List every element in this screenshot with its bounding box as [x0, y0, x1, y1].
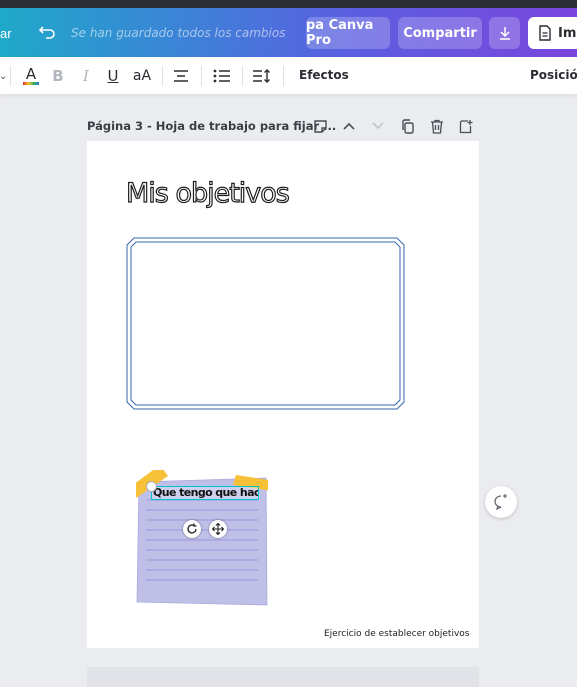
next-page[interactable] [87, 667, 479, 687]
letter-case-button[interactable]: aA [131, 66, 153, 86]
undo-icon[interactable] [38, 22, 58, 42]
try-canva-pro-button[interactable]: pa Canva Pro [306, 17, 390, 49]
bold-button[interactable]: B [51, 66, 65, 86]
share-button[interactable]: Compartir [398, 17, 482, 49]
page-title[interactable]: Página 3 - Hoja de trabajo para fijar ..… [87, 119, 336, 133]
text-color-button[interactable]: A [21, 66, 41, 86]
editor-topbar: ar Se han guardado todos los cambios pa … [0, 8, 577, 57]
document-icon [539, 25, 551, 41]
trash-icon[interactable] [428, 117, 446, 135]
line-spacing-icon[interactable] [252, 66, 272, 86]
color-bar-icon [23, 82, 39, 85]
chevron-down-icon[interactable] [369, 117, 387, 135]
add-page-icon[interactable] [457, 117, 475, 135]
comment-icon [494, 494, 507, 511]
sticky-note-text[interactable]: Que tengo que hacer [151, 486, 259, 500]
toolbar-divider [162, 66, 163, 86]
rotate-icon[interactable] [183, 520, 201, 538]
align-center-icon[interactable] [172, 66, 190, 86]
bullet-list-icon[interactable] [212, 66, 232, 86]
print-button-label: Imp [558, 25, 577, 41]
worksheet-footer[interactable]: Ejercicio de establecer objetivos [324, 629, 469, 639]
selection-handle[interactable] [146, 481, 157, 492]
effects-button[interactable]: Efectos [299, 68, 349, 82]
add-comment-button[interactable] [485, 486, 517, 518]
move-icon[interactable] [209, 520, 227, 538]
chevron-up-icon[interactable] [340, 117, 358, 135]
file-menu-partial[interactable]: ar [0, 26, 12, 41]
duplicate-page-icon[interactable] [399, 117, 417, 135]
toolbar-divider [201, 66, 202, 86]
toolbar-divider [242, 66, 243, 86]
download-button[interactable] [489, 17, 520, 49]
text-toolbar: ⌄ A B I U aA Efectos Posición [0, 57, 577, 95]
toolbar-divider [283, 66, 284, 86]
worksheet-title[interactable]: Mis objetivos [125, 177, 290, 209]
italic-button[interactable]: I [80, 66, 92, 86]
goal-frame[interactable] [126, 237, 405, 410]
underline-button[interactable]: U [106, 66, 120, 86]
print-button[interactable]: Imp [528, 17, 577, 49]
font-dropdown-chevron-icon[interactable]: ⌄ [0, 66, 7, 86]
download-icon [499, 27, 510, 40]
window-top-strip [0, 0, 577, 8]
save-status: Se han guardado todos los cambios [71, 26, 286, 40]
text-color-label: A [25, 65, 37, 83]
toolbar-divider [10, 66, 11, 86]
position-button[interactable]: Posición [530, 68, 577, 82]
note-icon[interactable] [311, 117, 329, 135]
